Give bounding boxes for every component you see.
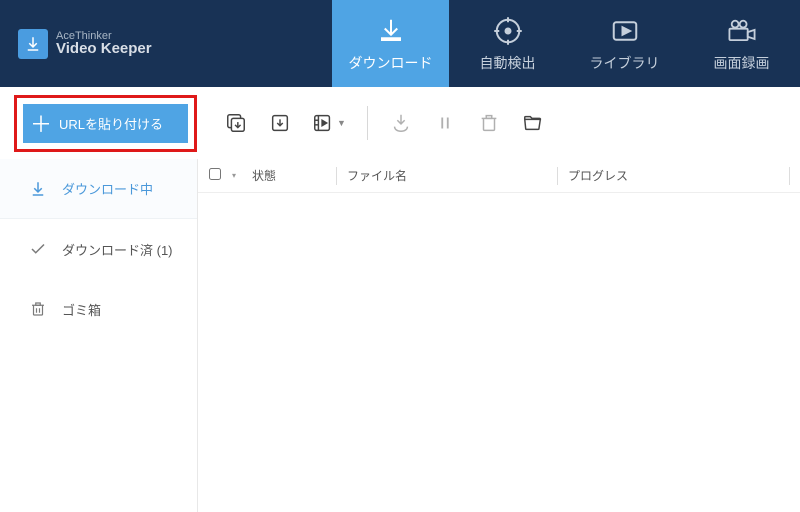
nav-label: 画面録画 [714, 53, 770, 73]
sidebar-item-trash[interactable]: ゴミ箱 [0, 279, 197, 339]
sidebar-item-label: ダウンロード中 [62, 179, 153, 198]
nav-tab-download[interactable]: ダウンロード [332, 0, 449, 87]
download-single-button[interactable] [261, 104, 299, 142]
logo-text: AceThinker Video Keeper [56, 30, 152, 57]
column-progress[interactable]: プログレス [558, 167, 789, 184]
app-logo-icon [18, 29, 48, 59]
chevron-down-icon[interactable]: ▾ [232, 171, 244, 180]
main-area: ダウンロード中 ダウンロード済 (1) ゴミ箱 ▾ 状態 ファイル名 プログレス [0, 159, 800, 512]
nav-label: ダウンロード [349, 53, 433, 73]
delete-button[interactable] [470, 104, 508, 142]
sidebar-item-downloading[interactable]: ダウンロード中 [0, 159, 197, 219]
brand-line2: Video Keeper [56, 40, 152, 57]
toolbar-group-1: ▼ [217, 104, 353, 142]
trash-icon [28, 300, 48, 318]
plus-icon: ＋ [23, 107, 59, 139]
nav-label: 自動検出 [480, 53, 536, 73]
pause-button[interactable] [426, 104, 464, 142]
chevron-down-icon: ▼ [337, 118, 346, 128]
paste-url-button[interactable]: ＋ URLを貼り付ける [23, 104, 188, 143]
sidebar-item-label: ダウンロード済 (1) [62, 240, 173, 259]
toolbar: ＋ URLを貼り付ける ▼ [0, 87, 800, 159]
toolbar-separator [367, 106, 368, 140]
column-header-row: ▾ 状態 ファイル名 プログレス [198, 159, 800, 193]
target-icon [493, 15, 523, 47]
check-icon [28, 240, 48, 258]
open-folder-button[interactable] [514, 104, 552, 142]
download-icon [28, 180, 48, 198]
sidebar: ダウンロード中 ダウンロード済 (1) ゴミ箱 [0, 159, 198, 512]
nav-tab-record[interactable]: 画面録画 [683, 0, 800, 87]
sidebar-item-downloaded[interactable]: ダウンロード済 (1) [0, 219, 197, 279]
content-area: ▾ 状態 ファイル名 プログレス [198, 159, 800, 512]
download-icon [376, 15, 406, 47]
column-filename[interactable]: ファイル名 [337, 167, 557, 184]
start-button[interactable] [382, 104, 420, 142]
column-status[interactable]: 状態 [244, 167, 336, 184]
nav-tab-library[interactable]: ライブラリ [566, 0, 683, 87]
paste-url-highlight: ＋ URLを貼り付ける [14, 95, 197, 152]
video-camera-icon [726, 15, 758, 47]
convert-button[interactable]: ▼ [305, 104, 353, 142]
nav-label: ライブラリ [590, 53, 660, 73]
play-square-icon [610, 15, 640, 47]
app-header: AceThinker Video Keeper ダウンロード 自動検出 ライブラ… [0, 0, 800, 87]
download-all-button[interactable] [217, 104, 255, 142]
column-separator [789, 167, 790, 185]
toolbar-group-2 [382, 104, 552, 142]
paste-url-label: URLを貼り付ける [59, 114, 163, 133]
logo-area: AceThinker Video Keeper [0, 0, 152, 87]
sidebar-item-label: ゴミ箱 [62, 300, 101, 319]
nav-tab-detect[interactable]: 自動検出 [449, 0, 566, 87]
select-all-checkbox[interactable] [209, 168, 221, 180]
